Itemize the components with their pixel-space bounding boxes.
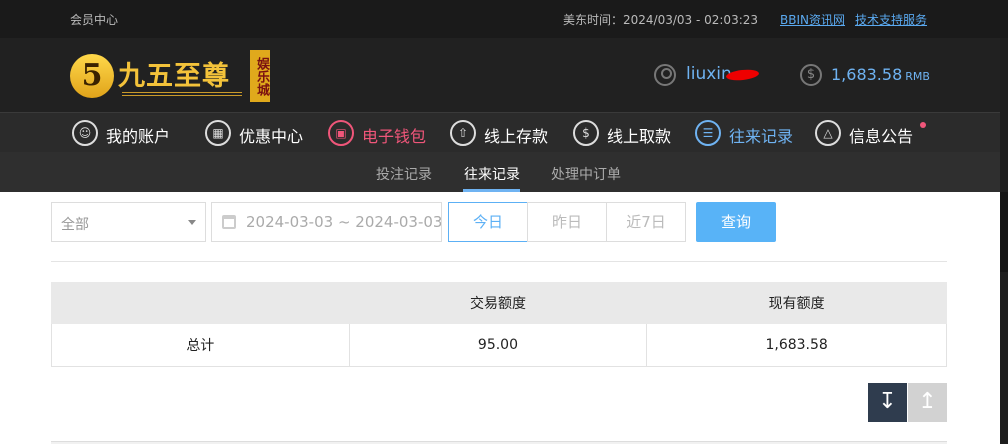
withdraw-icon: $ (573, 120, 599, 146)
balance-value: 1,683.58 (831, 65, 903, 84)
summary-table: 交易额度 现有额度 总计 95.00 1,683.58 (51, 282, 947, 367)
nav-label: 我的账户 (106, 127, 171, 146)
divider (51, 261, 947, 262)
table-header-row: 交易额度 现有额度 (51, 282, 947, 324)
yesterday-button[interactable]: 昨日 (527, 202, 607, 242)
balance-currency: RMB (905, 70, 930, 83)
notification-dot (920, 122, 926, 128)
logo-tag: 娱乐城 (250, 50, 270, 102)
calendar-icon (222, 215, 236, 229)
nav-label: 线上存款 (484, 127, 549, 146)
tech-support-link[interactable]: 技术支持服务 (855, 11, 927, 28)
wallet-icon: ▣ (328, 120, 354, 146)
table-header-trade-amount: 交易额度 (348, 282, 648, 324)
active-tab-indicator (463, 189, 520, 192)
site-logo[interactable]: 5 九五至尊 娱乐城 (70, 48, 275, 104)
bell-icon: △ (815, 120, 841, 146)
date-range-value: 2024-03-03 ~ 2024-03-03 (246, 213, 442, 231)
type-select[interactable]: 全部 (51, 202, 206, 242)
last-7-days-button[interactable]: 近7日 (606, 202, 686, 242)
deposit-icon: ⇧ (450, 120, 476, 146)
logo-ornament (122, 92, 242, 96)
table-header (51, 282, 350, 324)
user-icon: ☺ (72, 120, 98, 146)
table-header-current-amount: 现有额度 (646, 282, 947, 324)
total-trade-amount: 95.00 (348, 323, 648, 367)
table-row: 总计 95.00 1,683.58 (51, 323, 947, 367)
scrollbar[interactable] (1000, 38, 1008, 444)
tab-bet-records[interactable]: 投注记录 (376, 164, 432, 184)
nav-label: 往来记录 (729, 127, 794, 146)
nav-label: 电子钱包 (362, 127, 427, 146)
main-nav: ☺ 我的账户 ▦ 优惠中心 ▣ 电子钱包 ⇧ 线上存款 $ 线上取款 ☰ 往来记… (0, 112, 1008, 152)
chevron-down-icon (188, 220, 196, 225)
header: 5 九五至尊 娱乐城 liuxin $ 1,683.58 RMB (0, 38, 1008, 112)
nav-label: 优惠中心 (239, 127, 304, 146)
nav-label: 信息公告 (849, 127, 914, 146)
sub-nav: 投注记录 往来记录 处理中订单 (0, 152, 1000, 192)
tab-pending-orders[interactable]: 处理中订单 (551, 164, 621, 184)
eastern-time: 美东时间：2024/03/03 - 02:03:23 (563, 13, 759, 27)
total-current-amount: 1,683.58 (646, 323, 947, 367)
logo-name: 九五至尊 (118, 61, 230, 92)
tab-transaction-records[interactable]: 往来记录 (464, 164, 520, 184)
type-select-value: 全部 (61, 217, 89, 233)
sort-descending-icon[interactable]: ↧ (868, 383, 907, 422)
member-center-link[interactable]: 会员中心 (70, 11, 118, 28)
top-bar: 会员中心 美东时间：2024/03/03 - 02:03:23 BBIN资讯网 … (0, 0, 1008, 38)
user-icon (654, 64, 676, 86)
coin-icon: $ (800, 64, 822, 86)
date-range-input[interactable]: 2024-03-03 ~ 2024-03-03 (211, 202, 442, 242)
logo-mark: 5 (70, 54, 114, 98)
bbin-news-link[interactable]: BBIN资讯网 (780, 11, 845, 28)
balance-amount: 1,683.58 RMB (831, 65, 930, 84)
gift-icon: ▦ (205, 120, 231, 146)
today-button[interactable]: 今日 (448, 202, 528, 242)
query-button[interactable]: 查询 (696, 202, 776, 242)
nav-label: 线上取款 (607, 127, 672, 146)
sort-ascending-icon[interactable]: ↥ (908, 383, 947, 422)
total-label: 总计 (51, 323, 350, 367)
username: liuxin (686, 64, 732, 84)
records-icon: ☰ (695, 120, 721, 146)
